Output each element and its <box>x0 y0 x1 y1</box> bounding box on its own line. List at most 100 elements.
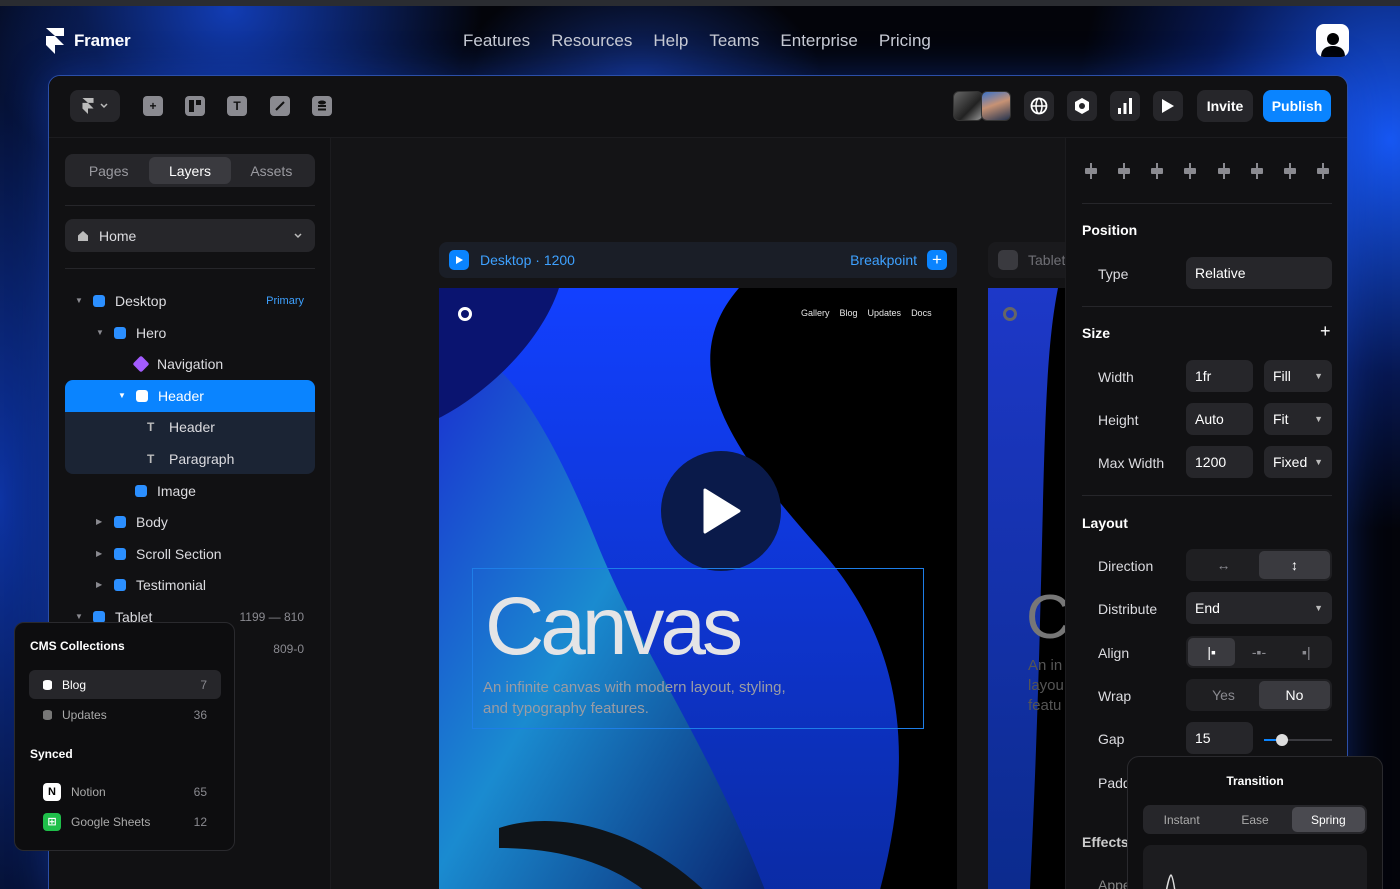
breakpoint-label[interactable]: Breakpoint <box>850 252 917 268</box>
caret-right-icon[interactable]: ▶ <box>96 580 104 589</box>
avatar[interactable] <box>981 91 1011 121</box>
collection-item[interactable]: Blog 7 <box>29 670 221 699</box>
divider <box>1082 306 1332 307</box>
preview-play-icon[interactable] <box>449 250 469 270</box>
align-start-icon[interactable]: |▪ <box>1188 638 1236 666</box>
align-bottom-icon[interactable] <box>1248 162 1266 180</box>
nav-features[interactable]: Features <box>463 31 530 51</box>
distribute-horizontal-icon[interactable] <box>1281 162 1299 180</box>
tab-pages[interactable]: Pages <box>68 157 149 184</box>
nav-help[interactable]: Help <box>653 31 688 51</box>
preview-play-icon[interactable] <box>998 250 1018 270</box>
spring-curve-graph[interactable] <box>1143 845 1367 889</box>
video-play-button[interactable] <box>661 451 781 571</box>
cms-icon[interactable] <box>312 96 332 116</box>
caret-down-icon[interactable]: ▼ <box>96 328 104 337</box>
desktop-frame[interactable]: Gallery Blog Updates Docs Canvas An infi… <box>439 288 957 889</box>
tablet-frame[interactable]: C An in layou featu <box>988 288 1065 889</box>
caret-right-icon[interactable]: ▶ <box>96 549 104 558</box>
align-left-icon[interactable] <box>1082 162 1100 180</box>
nav-pricing[interactable]: Pricing <box>879 31 931 51</box>
framer-logo[interactable]: Framer <box>46 28 131 54</box>
height-label: Height <box>1098 412 1139 428</box>
wrap-label: Wrap <box>1098 688 1132 704</box>
direction-vertical-icon[interactable]: ↕ <box>1259 551 1330 579</box>
position-type-select[interactable]: Relative <box>1186 257 1332 289</box>
height-mode-select[interactable]: Fit ▼ <box>1264 403 1332 435</box>
caret-right-icon[interactable]: ▶ <box>96 517 104 526</box>
tablet-frame-bar[interactable]: Tablet <box>988 242 1065 278</box>
synced-item[interactable]: ⊞ Google Sheets 12 <box>29 807 221 836</box>
synced-item[interactable]: N Notion 65 <box>29 777 221 806</box>
align-right-icon[interactable] <box>1148 162 1166 180</box>
align-top-icon[interactable] <box>1181 162 1199 180</box>
layer-image[interactable]: Image <box>65 475 315 506</box>
settings-icon[interactable] <box>1067 91 1097 121</box>
transition-instant[interactable]: Instant <box>1145 807 1218 832</box>
hero-headline[interactable]: Canvas <box>485 579 743 675</box>
layer-header-text[interactable]: T Header <box>65 411 315 442</box>
layer-testimonial[interactable]: ▶ Testimonial <box>65 569 315 600</box>
layer-body[interactable]: ▶ Body <box>65 506 315 537</box>
transition-ease[interactable]: Ease <box>1218 807 1291 832</box>
layer-navigation[interactable]: Navigation <box>65 348 315 379</box>
nav-enterprise[interactable]: Enterprise <box>780 31 857 51</box>
layer-label: Hero <box>136 324 167 341</box>
gap-slider[interactable] <box>1264 734 1332 746</box>
caret-down-icon[interactable]: ▼ <box>118 391 126 400</box>
desktop-frame-bar[interactable]: Desktop · 1200 Breakpoint + <box>439 242 957 278</box>
avatar[interactable] <box>953 91 983 121</box>
vector-tool-icon[interactable] <box>270 96 290 116</box>
layout-icon[interactable] <box>185 96 205 116</box>
direction-horizontal-icon[interactable]: ↔ <box>1188 551 1259 579</box>
globe-icon[interactable] <box>1024 91 1054 121</box>
publish-button[interactable]: Publish <box>1263 90 1331 122</box>
main-menu-button[interactable] <box>70 90 120 122</box>
gap-slider-handle[interactable] <box>1276 734 1288 746</box>
layer-header-group[interactable]: ▼ Header <box>65 380 315 411</box>
layer-hero[interactable]: ▼ Hero <box>65 317 315 348</box>
tab-assets[interactable]: Assets <box>231 157 312 184</box>
align-end-icon[interactable]: ▪| <box>1283 638 1330 666</box>
align-center-icon[interactable]: -▪- <box>1235 638 1282 666</box>
align-middle-icon[interactable] <box>1215 162 1233 180</box>
insert-icon[interactable]: + <box>143 96 163 116</box>
chevron-down-icon: ▼ <box>1314 603 1323 613</box>
width-input[interactable]: 1fr <box>1186 360 1253 392</box>
max-width-mode-select[interactable]: Fixed ▼ <box>1264 446 1332 478</box>
text-tool-icon[interactable]: T <box>227 96 247 116</box>
collaborators[interactable] <box>953 91 1013 121</box>
caret-down-icon[interactable]: ▼ <box>75 612 83 621</box>
caret-down-icon[interactable]: ▼ <box>75 296 83 305</box>
selected-header[interactable]: Canvas An infinite canvas with modern la… <box>472 568 924 729</box>
layer-label: Header <box>158 387 204 404</box>
breakpoint-range: 1199 — 810 <box>239 609 305 624</box>
account-button[interactable] <box>1316 24 1349 57</box>
hero-paragraph[interactable]: An infinite canvas with modern layout, s… <box>483 677 803 719</box>
tab-layers[interactable]: Layers <box>149 157 231 184</box>
canvas[interactable]: Desktop · 1200 Breakpoint + Tablet Galle… <box>331 138 1065 889</box>
distribute-vertical-icon[interactable] <box>1314 162 1332 180</box>
preview-play-icon[interactable] <box>1153 91 1183 121</box>
wrap-no[interactable]: No <box>1259 681 1330 709</box>
layer-paragraph[interactable]: T Paragraph <box>65 443 315 474</box>
wrap-yes[interactable]: Yes <box>1188 681 1259 709</box>
height-input[interactable]: Auto <box>1186 403 1253 435</box>
analytics-icon[interactable] <box>1110 91 1140 121</box>
max-width-input[interactable]: 1200 <box>1186 446 1253 478</box>
layer-desktop[interactable]: ▼ Desktop Primary <box>65 285 315 316</box>
nav-resources[interactable]: Resources <box>551 31 632 51</box>
invite-button[interactable]: Invite <box>1197 90 1253 122</box>
align-center-icon[interactable] <box>1115 162 1133 180</box>
width-mode-select[interactable]: Fill ▼ <box>1264 360 1332 392</box>
gap-input[interactable]: 15 <box>1186 722 1253 754</box>
collection-item[interactable]: Updates 36 <box>29 700 221 729</box>
nav-teams[interactable]: Teams <box>709 31 759 51</box>
add-size-icon[interactable]: + <box>1320 321 1331 342</box>
distribute-select[interactable]: End ▼ <box>1186 592 1332 624</box>
transition-spring[interactable]: Spring <box>1291 807 1365 832</box>
layer-scroll-section[interactable]: ▶ Scroll Section <box>65 538 315 569</box>
page-select[interactable]: Home <box>65 219 315 252</box>
chevron-down-icon <box>294 232 302 238</box>
add-breakpoint-button[interactable]: + <box>927 250 947 270</box>
